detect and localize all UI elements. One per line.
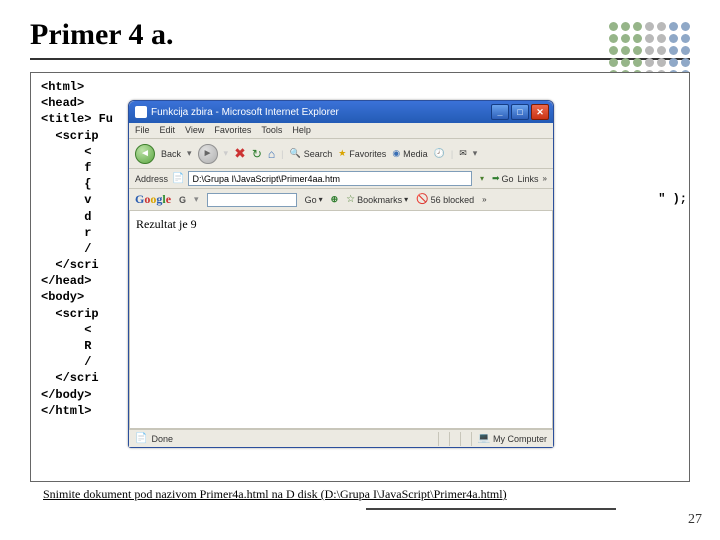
back-label: Back <box>161 149 181 159</box>
stop-icon[interactable]: ✖ <box>234 145 246 162</box>
home-icon[interactable]: ⌂ <box>268 147 275 161</box>
search-button[interactable]: 🔍Search <box>289 148 332 159</box>
google-search-input[interactable] <box>207 193 297 207</box>
code-line: v <box>41 193 91 207</box>
forward-button[interactable]: ► <box>198 144 218 164</box>
ie-status-bar: 📄 Done 💻 My Computer <box>129 429 553 447</box>
google-go-button[interactable]: Go▾ <box>305 195 323 205</box>
google-logo[interactable]: Google <box>135 192 171 207</box>
blocked-icon: 🚫 <box>416 194 428 205</box>
media-icon: ◉ <box>392 148 400 159</box>
code-line: <title> Fu <box>41 112 113 126</box>
code-line: </scri <box>41 258 99 272</box>
code-line: r <box>41 226 91 240</box>
code-line: d <box>41 210 91 224</box>
code-line: R <box>41 339 91 353</box>
done-icon: 📄 <box>135 433 147 444</box>
ie-title-text: Funkcija zbira - Microsoft Internet Expl… <box>151 107 339 118</box>
code-line: / <box>41 242 91 256</box>
code-right-fragment: " ); <box>658 191 687 207</box>
code-line: </head> <box>41 274 91 288</box>
code-line: <body> <box>41 290 84 304</box>
mail-icon[interactable]: ✉ <box>459 148 467 159</box>
my-computer-icon: 💻 <box>478 433 490 444</box>
code-line: < <box>41 323 91 337</box>
media-button[interactable]: ◉Media <box>392 148 427 159</box>
code-line: <scrip <box>41 307 99 321</box>
close-button[interactable]: ✕ <box>531 104 549 120</box>
slide-footnote: Snimite dokument pod nazivom Primer4a.ht… <box>43 487 507 502</box>
menu-tools[interactable]: Tools <box>261 125 282 138</box>
code-line: <head> <box>41 96 84 110</box>
minimize-button[interactable]: _ <box>491 104 509 120</box>
menu-edit[interactable]: Edit <box>160 125 176 138</box>
address-input[interactable] <box>188 171 471 186</box>
maximize-button[interactable]: □ <box>511 104 529 120</box>
status-done: Done <box>151 434 173 444</box>
blocked-button[interactable]: 🚫56 blocked <box>416 194 474 205</box>
page-icon: 📄 <box>172 173 184 184</box>
code-line: { <box>41 177 91 191</box>
refresh-icon[interactable]: ↻ <box>252 147 262 161</box>
star-icon: ★ <box>338 148 346 159</box>
bookmarks-button[interactable]: ☆Bookmarks▾ <box>346 194 408 205</box>
google-plus-icon[interactable]: ⊕ <box>331 194 339 205</box>
menu-file[interactable]: File <box>135 125 150 138</box>
code-line: </html> <box>41 404 91 418</box>
code-line: </body> <box>41 388 91 402</box>
status-zone: 💻 My Computer <box>471 432 547 446</box>
code-line: <html> <box>41 80 84 94</box>
google-toolbar: Google G▾ Go▾ ⊕ ☆Bookmarks▾ 🚫56 blocked … <box>129 189 553 211</box>
history-icon[interactable]: 🕗 <box>434 148 445 159</box>
code-line: / <box>41 355 91 369</box>
links-label[interactable]: Links <box>518 174 539 184</box>
code-line: f <box>41 161 91 175</box>
code-line: <scrip <box>41 129 99 143</box>
menu-favorites[interactable]: Favorites <box>214 125 251 138</box>
ie-menubar: File Edit View Favorites Tools Help <box>129 123 553 139</box>
favorites-button[interactable]: ★Favorites <box>338 148 386 159</box>
ie-address-bar: Address 📄 ▾ ➡Go Links » <box>129 169 553 189</box>
back-button[interactable]: ◄ <box>135 144 155 164</box>
go-button[interactable]: ➡Go <box>492 173 514 184</box>
bookmark-star-icon: ☆ <box>346 194 355 205</box>
ie-app-icon <box>135 106 147 118</box>
page-number: 27 <box>688 512 702 528</box>
code-line: </scri <box>41 371 99 385</box>
menu-view[interactable]: View <box>185 125 204 138</box>
ie-window: Funkcija zbira - Microsoft Internet Expl… <box>128 100 554 448</box>
code-line: < <box>41 145 91 159</box>
menu-help[interactable]: Help <box>292 125 311 138</box>
ie-toolbar: ◄ Back ▾ ► ▾ ✖ ↻ ⌂ | 🔍Search ★Favorites … <box>129 139 553 169</box>
search-icon: 🔍 <box>289 148 300 159</box>
decoration-dots <box>609 22 690 79</box>
address-label: Address <box>135 174 168 184</box>
page-output-text: Rezultat je 9 <box>136 217 197 231</box>
ie-titlebar[interactable]: Funkcija zbira - Microsoft Internet Expl… <box>129 101 553 123</box>
slide-title: Primer 4 a. <box>30 18 174 52</box>
address-dropdown-icon[interactable]: ▾ <box>476 173 488 185</box>
ie-content-area: Rezultat je 9 <box>129 211 553 429</box>
